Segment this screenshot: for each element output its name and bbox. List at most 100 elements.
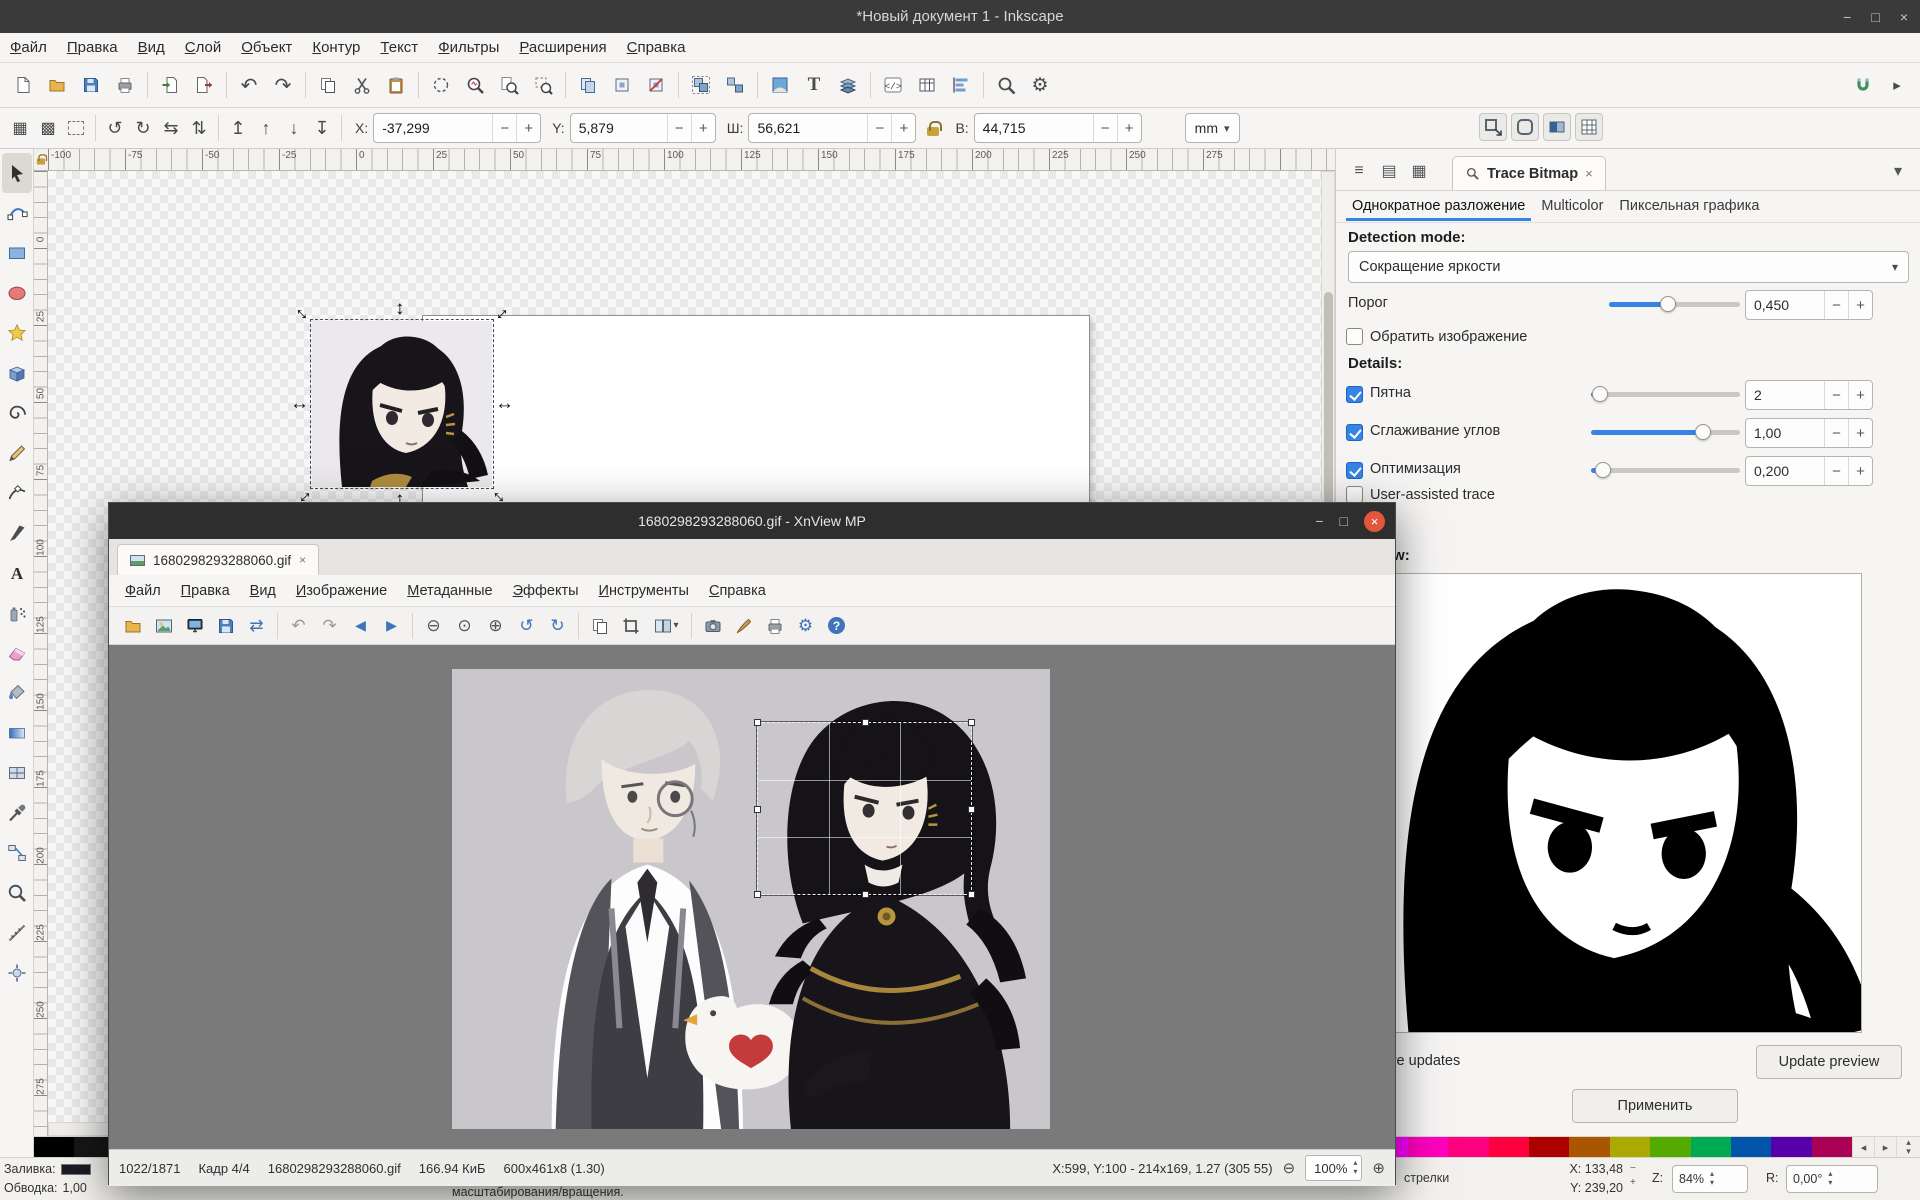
xn-compare-button[interactable]: ▾ <box>646 611 686 641</box>
y-increment[interactable]: + <box>691 114 715 142</box>
group-button[interactable] <box>684 68 718 102</box>
transform-gradients-toggle[interactable] <box>1543 113 1571 141</box>
tool-calligraphy[interactable] <box>2 513 32 553</box>
lower-to-bottom-button[interactable]: ↧ <box>308 114 336 142</box>
deselect-button[interactable] <box>62 114 90 142</box>
xn-copy-move-button[interactable] <box>584 611 615 641</box>
x-value[interactable]: -37,299 <box>374 120 492 136</box>
x-increment[interactable]: + <box>516 114 540 142</box>
object-properties-button[interactable] <box>910 68 944 102</box>
xn-previous-image-button[interactable]: ◀ <box>345 611 376 641</box>
tool-star[interactable] <box>2 313 32 353</box>
xn-menu-file[interactable]: Файл <box>115 575 171 607</box>
palette-color[interactable] <box>1812 1137 1852 1157</box>
palette-color[interactable] <box>1610 1137 1650 1157</box>
xn-zoom-in-button[interactable]: ⊕ <box>480 611 511 641</box>
flip-horizontal-button[interactable]: ⇆ <box>157 114 185 142</box>
lower-button[interactable]: ↓ <box>280 114 308 142</box>
xn-next-image-button[interactable]: ▶ <box>376 611 407 641</box>
cut-button[interactable] <box>345 68 379 102</box>
stroke-width-value[interactable]: 1,00 <box>63 1179 87 1198</box>
tool-eraser[interactable] <box>2 633 32 673</box>
select-all-layers-button[interactable]: ▩ <box>34 114 62 142</box>
ruler-corner-lock[interactable] <box>34 149 48 171</box>
scale-stroke-toggle[interactable] <box>1479 113 1507 141</box>
transform-patterns-toggle[interactable] <box>1575 113 1603 141</box>
smoothing-spinbox[interactable]: 1,00−+ <box>1745 418 1873 448</box>
selection-handle-right[interactable] <box>968 806 975 813</box>
y-field[interactable]: 5,879−+ <box>570 113 716 143</box>
open-document-button[interactable] <box>40 68 74 102</box>
unlink-clone-button[interactable] <box>639 68 673 102</box>
tool-connector[interactable] <box>2 833 32 873</box>
rotate-ccw-button[interactable]: ↺ <box>101 114 129 142</box>
palette-color[interactable] <box>1650 1137 1690 1157</box>
invert-image-checkbox[interactable] <box>1346 328 1363 345</box>
y-value[interactable]: 5,879 <box>571 120 667 136</box>
raise-button[interactable]: ↑ <box>252 114 280 142</box>
find-replace-button[interactable] <box>989 68 1023 102</box>
tool-mesh-gradient[interactable] <box>2 753 32 793</box>
xn-fullscreen-button[interactable] <box>179 611 210 641</box>
menu-object[interactable]: Объект <box>231 33 302 63</box>
rotation-value[interactable]: 0,00° <box>1793 1172 1822 1186</box>
xn-menu-edit[interactable]: Правка <box>171 575 240 607</box>
xn-browser-button[interactable] <box>117 611 148 641</box>
tool-rectangle[interactable] <box>2 233 32 273</box>
width-increment[interactable]: + <box>891 114 915 142</box>
maximize-button[interactable]: □ <box>1871 9 1879 25</box>
xn-convert-button[interactable]: ⇄ <box>241 611 272 641</box>
selection-handle-left[interactable] <box>754 806 761 813</box>
menu-extensions[interactable]: Расширения <box>509 33 616 63</box>
tool-bezier-pen[interactable] <box>2 473 32 513</box>
detection-mode-dropdown[interactable]: Сокращение яркости ▾ <box>1348 251 1909 283</box>
palette-color[interactable] <box>1569 1137 1609 1157</box>
selection-handle-top-right[interactable] <box>968 719 975 726</box>
zoom-page-button[interactable] <box>492 68 526 102</box>
threshold-value[interactable]: 0,450 <box>1746 297 1824 313</box>
coord-spin-buttons[interactable]: −+ <box>1630 1162 1636 1190</box>
xn-undo-button[interactable]: ↶ <box>283 611 314 641</box>
xn-zoom-out-button[interactable]: ⊖ <box>418 611 449 641</box>
width-decrement[interactable]: − <box>867 114 891 142</box>
xnview-tab-close-icon[interactable]: × <box>299 553 306 567</box>
update-preview-button[interactable]: Update preview <box>1756 1045 1902 1079</box>
undo-button[interactable]: ↶ <box>232 68 266 102</box>
xn-zoom-value[interactable]: 100% <box>1314 1161 1347 1176</box>
xn-help-button[interactable]: ? <box>821 611 852 641</box>
user-assisted-checkbox[interactable] <box>1346 486 1363 503</box>
xn-status-zoom-in-icon[interactable]: ⊕ <box>1372 1159 1385 1177</box>
scale-handle-right[interactable]: ↔ <box>495 394 514 413</box>
threshold-decrement[interactable]: − <box>1824 291 1848 319</box>
tool-tweak[interactable] <box>2 953 32 993</box>
selection-handle-bottom-left[interactable] <box>754 891 761 898</box>
scale-corners-toggle[interactable] <box>1511 113 1539 141</box>
xn-zoom-spin-arrows[interactable]: ▴▾ <box>1353 1159 1357 1177</box>
threshold-increment[interactable]: + <box>1848 291 1872 319</box>
x-field[interactable]: -37,299−+ <box>373 113 541 143</box>
tab-pixel-art[interactable]: Пиксельная графика <box>1613 192 1765 221</box>
xn-zoom-spinbox[interactable]: 100% ▴▾ <box>1305 1155 1362 1181</box>
trace-bitmap-tab[interactable]: Trace Bitmap × <box>1452 156 1606 190</box>
duplicate-button[interactable] <box>571 68 605 102</box>
menu-edit[interactable]: Правка <box>57 33 128 63</box>
threshold-slider[interactable] <box>1609 302 1740 307</box>
scale-handle-left[interactable]: ↔ <box>290 394 309 413</box>
palette-down-icon[interactable]: ▾ <box>1906 1147 1911 1156</box>
align-distribute-button[interactable] <box>944 68 978 102</box>
fill-swatch[interactable] <box>61 1164 91 1175</box>
paste-button[interactable] <box>379 68 413 102</box>
palette-color[interactable] <box>1448 1137 1488 1157</box>
optimize-increment[interactable]: + <box>1848 457 1872 485</box>
create-clone-button[interactable] <box>605 68 639 102</box>
height-field[interactable]: 44,715−+ <box>974 113 1142 143</box>
optimize-spinbox[interactable]: 0,200−+ <box>1745 456 1873 486</box>
xn-save-button[interactable] <box>210 611 241 641</box>
xn-menu-effects[interactable]: Эффекты <box>503 575 589 607</box>
xn-redo-button[interactable]: ↷ <box>314 611 345 641</box>
xn-print-button[interactable] <box>759 611 790 641</box>
save-document-button[interactable] <box>74 68 108 102</box>
export-button[interactable] <box>187 68 221 102</box>
y-decrement[interactable]: − <box>667 114 691 142</box>
palette-scroll-left-icon[interactable]: ◂ <box>1852 1137 1874 1157</box>
